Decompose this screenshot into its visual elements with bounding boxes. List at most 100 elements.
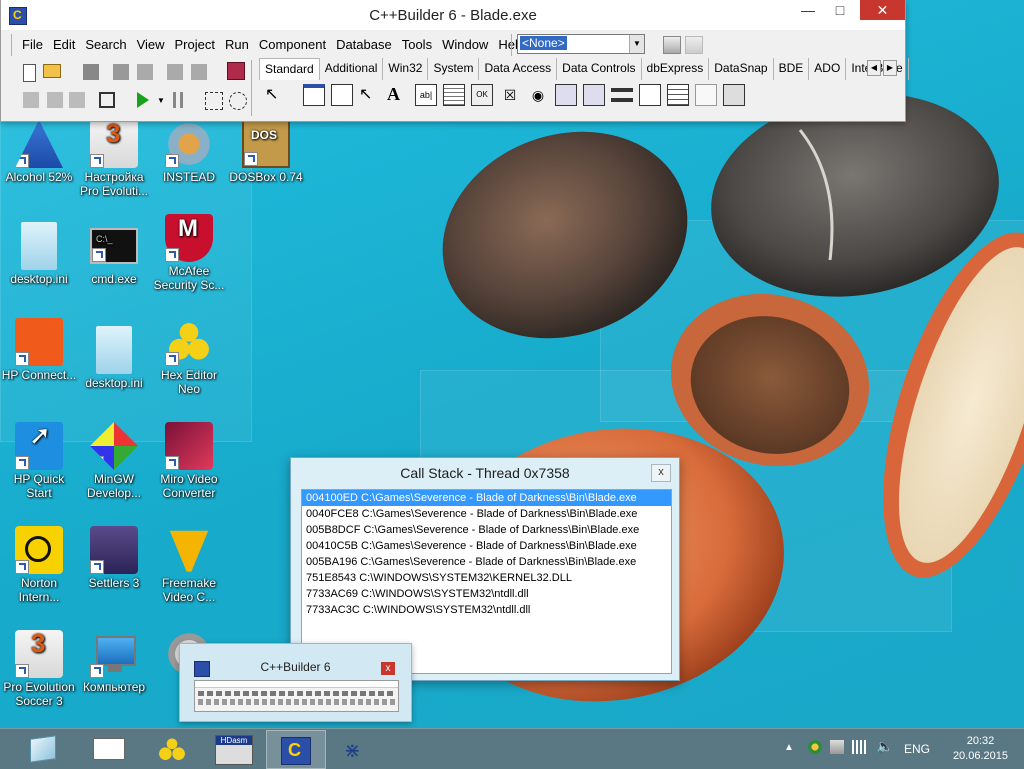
menu-edit[interactable]: Edit [48, 34, 80, 56]
list-item[interactable]: 004100ED C:\Games\Severence - Blade of D… [302, 490, 671, 506]
save-all-icon[interactable] [113, 64, 129, 80]
taskbar-hex-editor[interactable] [143, 730, 201, 767]
maximize-button[interactable]: □ [825, 0, 855, 20]
taskbar-debugger[interactable]: ⋇ [327, 730, 385, 767]
desktop-icon-computer[interactable]: Компьютер [76, 630, 152, 694]
chevron-up-icon[interactable]: ▲ [784, 742, 794, 753]
menu-tools[interactable]: Tools [397, 34, 437, 56]
list-item[interactable]: 7733AC3C C:\WINDOWS\SYSTEM32\ntdll.dll [302, 602, 671, 618]
tab-data-access[interactable]: Data Access [479, 58, 558, 80]
memo-component-icon[interactable] [443, 84, 465, 106]
save-desktop-icon[interactable] [663, 36, 681, 54]
menu-run[interactable]: Run [220, 34, 254, 56]
call-stack-title[interactable]: Call Stack - Thread 0x7358 [291, 458, 679, 488]
desktop-icon-hex-editor[interactable]: Hex Editor Neo [151, 318, 227, 396]
desktop-icon-alcohol[interactable]: Alcohol 52% [1, 120, 77, 184]
radiogroup-component-icon[interactable] [667, 84, 689, 106]
label-component-icon[interactable]: A [387, 84, 409, 106]
help-book-icon[interactable] [227, 62, 245, 80]
clock[interactable]: 20:32 20.06.2015 [953, 734, 1008, 764]
desktop-icon-hp-connect[interactable]: HP Connect... [1, 318, 77, 382]
list-item[interactable]: 751E8543 C:\WINDOWS\SYSTEM32\KERNEL32.DL… [302, 570, 671, 586]
run-icon[interactable] [137, 92, 149, 108]
desktop-icon-miro[interactable]: Miro Video Converter [151, 422, 227, 500]
network-signal-icon[interactable] [852, 740, 866, 754]
desktop-icon-desktop-ini-2[interactable]: desktop.ini [76, 326, 152, 390]
desktop-icon-dosbox[interactable]: DOS DOSBox 0.74 [228, 120, 304, 184]
new-form-icon[interactable] [99, 92, 115, 108]
open-folder-icon[interactable] [43, 64, 61, 78]
pause-icon[interactable] [173, 92, 183, 108]
menu-component[interactable]: Component [254, 34, 331, 56]
panel-component-icon[interactable] [695, 84, 717, 106]
trace-into-icon[interactable] [205, 92, 223, 110]
list-item[interactable]: 0040FCE8 C:\Games\Severence - Blade of D… [302, 506, 671, 522]
popupmenu-component-icon[interactable] [331, 84, 353, 106]
close-icon[interactable]: x [651, 464, 671, 482]
list-item[interactable]: 00410C5B C:\Games\Severence - Blade of D… [302, 538, 671, 554]
taskbar-thumbnail-preview[interactable]: C++Builder 6 x [179, 643, 412, 722]
tab-data-controls[interactable]: Data Controls [557, 58, 642, 80]
desktop-icon-instead[interactable]: INSTEAD [151, 120, 227, 184]
checkbox-component-icon[interactable]: ☒ [499, 84, 521, 106]
remove-from-project-icon[interactable] [191, 64, 207, 80]
desktop-icon-freemake[interactable]: Freemake Video C... [151, 526, 227, 604]
close-icon[interactable]: x [381, 662, 395, 675]
desktop-layout-combo[interactable]: <None> ▼ [517, 34, 645, 54]
tray-app-icon[interactable] [830, 740, 844, 754]
tab-system[interactable]: System [428, 58, 480, 80]
desktop-icon-pes-settings[interactable]: 3 Настройка Pro Evoluti... [76, 120, 152, 198]
tab-ado[interactable]: ADO [809, 58, 847, 80]
menu-database[interactable]: Database [331, 34, 397, 56]
actionlist-component-icon[interactable] [723, 84, 745, 106]
button-component-icon[interactable]: OK [471, 84, 493, 106]
add-to-project-icon[interactable] [167, 64, 183, 80]
tab-scroll-left-icon[interactable]: ◀ [867, 60, 881, 76]
list-item[interactable]: 7733AC69 C:\WINDOWS\SYSTEM32\ntdll.dll [302, 586, 671, 602]
open-project-icon[interactable] [137, 64, 153, 80]
thumbnail-window-preview[interactable] [194, 680, 399, 712]
combobox-component-icon[interactable] [583, 84, 605, 106]
save-icon[interactable] [83, 64, 99, 80]
menu-view[interactable]: View [132, 34, 170, 56]
tab-win32[interactable]: Win32 [383, 58, 429, 80]
desktop-icon-hp-quickstart[interactable]: ➚ HP Quick Start [1, 422, 77, 500]
desktop-icon-mcafee[interactable]: M McAfee Security Sc... [151, 214, 227, 292]
menu-file[interactable]: File [17, 34, 48, 56]
menu-search[interactable]: Search [80, 34, 131, 56]
listbox-component-icon[interactable] [555, 84, 577, 106]
view-form-icon[interactable] [47, 92, 63, 108]
tab-datasnap[interactable]: DataSnap [709, 58, 774, 80]
list-item[interactable]: 005BA196 C:\Games\Severence - Blade of D… [302, 554, 671, 570]
tab-standard[interactable]: Standard [259, 58, 320, 80]
scrollbar-component-icon[interactable] [611, 88, 633, 102]
mainmenu-component-icon[interactable] [303, 84, 325, 106]
ide-titlebar[interactable]: C++Builder 6 - Blade.exe — □ ✕ [1, 0, 905, 30]
desktop-icon-settlers[interactable]: Settlers 3 [76, 526, 152, 590]
antivirus-tray-icon[interactable] [808, 740, 822, 754]
tab-dbexpress[interactable]: dbExpress [642, 58, 710, 80]
label-arrow-icon[interactable]: ↖ [359, 84, 381, 106]
desktop-icon-desktop-ini[interactable]: desktop.ini [1, 222, 77, 286]
new-file-icon[interactable] [23, 64, 36, 82]
volume-icon[interactable]: 🔈 [876, 738, 893, 755]
step-over-icon[interactable] [229, 92, 247, 110]
tab-bde[interactable]: BDE [774, 58, 810, 80]
radiobutton-component-icon[interactable]: ◉ [527, 84, 549, 106]
chevron-down-icon[interactable]: ▼ [629, 35, 644, 53]
taskbar-hdasm[interactable]: HDasm [205, 730, 263, 767]
pointer-arrow-icon[interactable]: ↖ [265, 84, 287, 106]
menu-project[interactable]: Project [170, 34, 220, 56]
taskbar-cppbuilder[interactable]: C [266, 730, 326, 769]
set-debug-desktop-icon[interactable] [685, 36, 703, 54]
tab-scroll-right-icon[interactable]: ▶ [883, 60, 897, 76]
tab-additional[interactable]: Additional [320, 58, 384, 80]
view-unit-icon[interactable] [23, 92, 39, 108]
desktop-icon-pes3[interactable]: 3 Pro Evolution Soccer 3 [1, 630, 77, 708]
groupbox-component-icon[interactable] [639, 84, 661, 106]
minimize-button[interactable]: — [793, 0, 823, 20]
list-item[interactable]: 005B8DCF C:\Games\Severence - Blade of D… [302, 522, 671, 538]
menu-window[interactable]: Window [437, 34, 493, 56]
run-dropdown-chevron-icon[interactable]: ▼ [157, 96, 165, 105]
start-button[interactable] [14, 730, 72, 767]
